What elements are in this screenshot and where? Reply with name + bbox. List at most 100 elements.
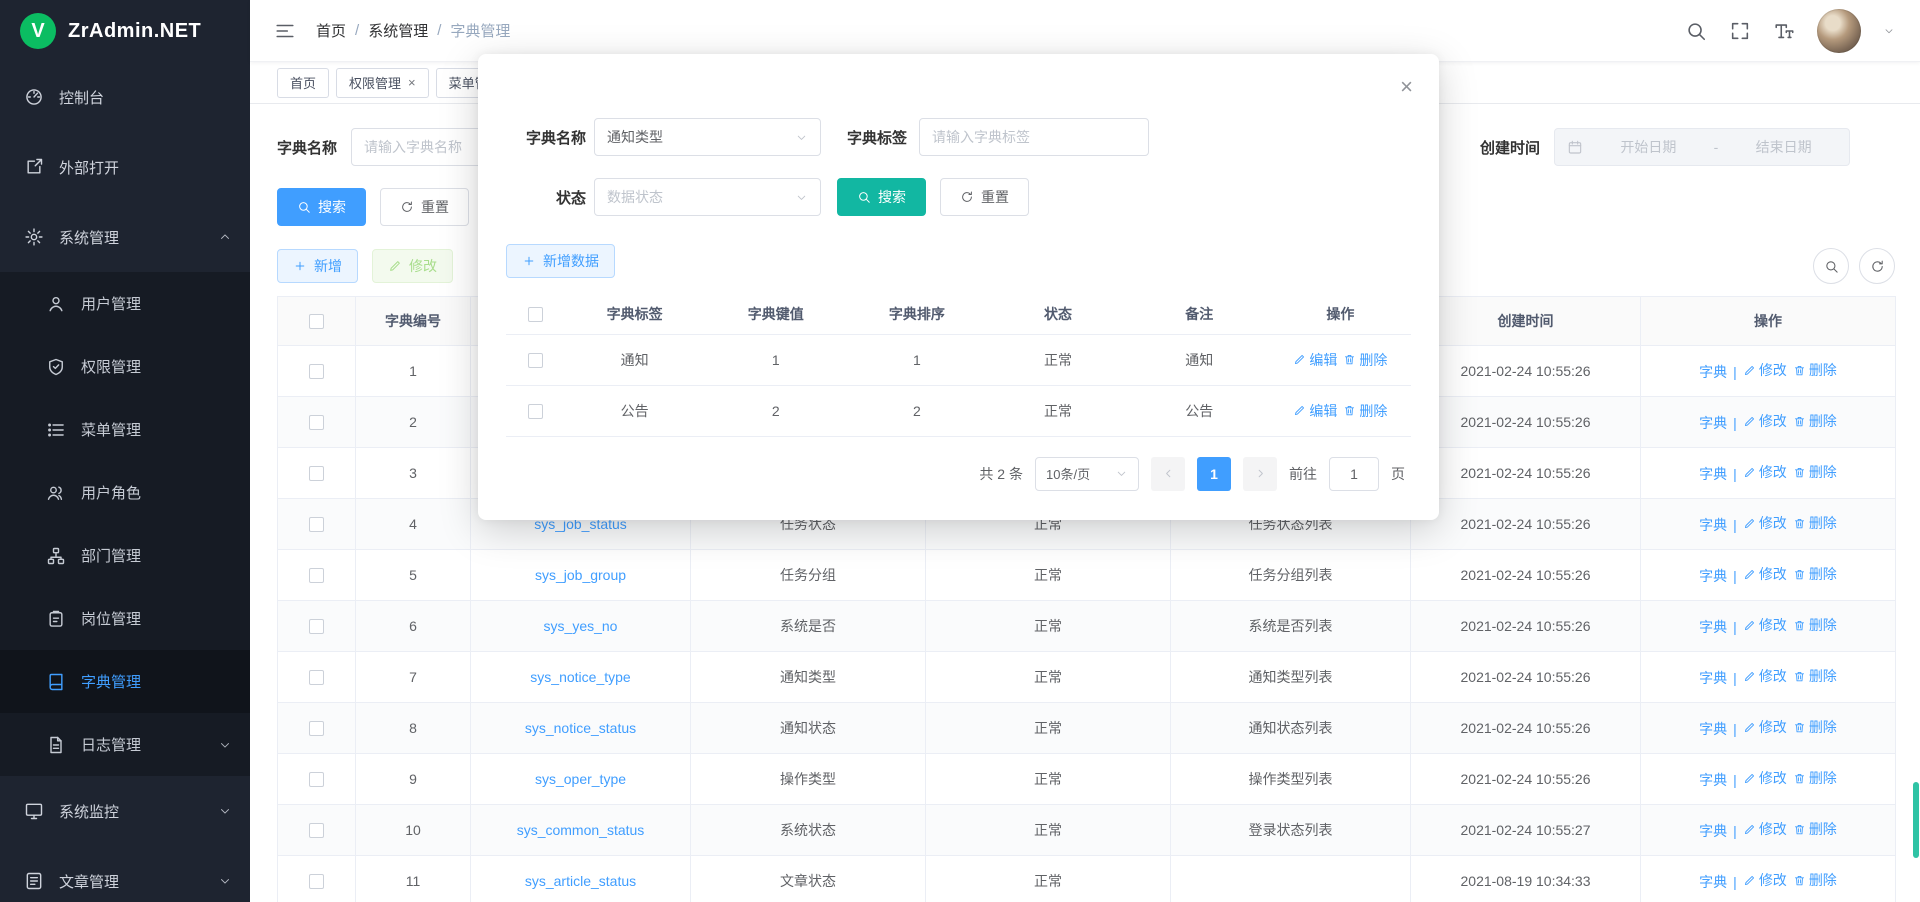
dict-link[interactable]: 字典 [1699,515,1727,535]
page-size-select[interactable]: 10条/页 [1035,457,1139,491]
goto-page-input[interactable] [1329,457,1379,491]
select-all-checkbox[interactable] [278,297,356,346]
delete-link[interactable]: 删除 [1793,870,1837,890]
dict-type-link[interactable]: sys_oper_type [535,771,626,787]
dict-type-link[interactable]: sys_common_status [517,822,645,838]
scrollbar-thumb[interactable] [1913,782,1919,858]
dict-label-input[interactable] [919,118,1149,156]
delete-link[interactable]: 删除 [1793,462,1837,482]
dialog-reset-button[interactable]: 重置 [940,178,1029,216]
edit-link[interactable]: 修改 [1743,564,1787,584]
row-checkbox[interactable] [309,823,324,838]
delete-link[interactable]: 删除 [1793,411,1837,431]
dict-type-link[interactable]: sys_yes_no [544,618,618,634]
reset-button[interactable]: 重置 [380,188,469,226]
sidebar-item-user-role[interactable]: 用户角色 [0,461,250,524]
menu-collapse-icon[interactable] [274,20,296,42]
breadcrumb-item[interactable]: 字典管理 [450,20,510,41]
chevron-down-icon[interactable] [1883,25,1895,37]
app-logo[interactable]: V ZrAdmin.NET [0,0,250,62]
delete-link[interactable]: 删除 [1793,513,1837,533]
dict-type-link[interactable]: sys_notice_status [525,720,636,736]
breadcrumb-item[interactable]: 系统管理 [368,20,428,41]
delete-link[interactable]: 删除 [1793,360,1837,380]
edit-link[interactable]: 修改 [1743,360,1787,380]
edit-link[interactable]: 修改 [1743,870,1787,890]
sidebar-item-user-management[interactable]: 用户管理 [0,272,250,335]
dict-link[interactable]: 字典 [1699,668,1727,688]
delete-link[interactable]: 删除 [1343,401,1387,421]
delete-link[interactable]: 删除 [1793,768,1837,788]
delete-link[interactable]: 删除 [1793,666,1837,686]
row-checkbox[interactable] [309,670,324,685]
fullscreen-icon[interactable] [1729,20,1751,42]
edit-link[interactable]: 编辑 [1293,401,1337,421]
row-checkbox[interactable] [309,466,324,481]
toggle-search-button[interactable] [1813,248,1849,284]
edit-link[interactable]: 修改 [1743,411,1787,431]
dict-type-link[interactable]: sys_notice_type [530,669,630,685]
row-checkbox[interactable] [309,772,324,787]
dict-link[interactable]: 字典 [1699,770,1727,790]
dict-link[interactable]: 字典 [1699,872,1727,892]
add-data-button[interactable]: 新增数据 [506,244,615,278]
row-checkbox[interactable] [309,415,324,430]
status-select[interactable]: 数据状态 [594,178,821,216]
search-icon[interactable] [1685,20,1707,42]
tab-权限管理[interactable]: 权限管理× [336,68,429,98]
sidebar-item-system-monitor[interactable]: 系统监控 [0,776,250,846]
close-icon[interactable]: × [408,76,416,89]
select-all-checkbox[interactable] [506,294,564,334]
sidebar-item-dashboard[interactable]: 控制台 [0,62,250,132]
sidebar-item-menu-management[interactable]: 菜单管理 [0,398,250,461]
refresh-button[interactable] [1859,248,1895,284]
dict-link[interactable]: 字典 [1699,362,1727,382]
dict-type-link[interactable]: sys_job_group [535,567,626,583]
delete-link[interactable]: 删除 [1343,350,1387,370]
dict-link[interactable]: 字典 [1699,464,1727,484]
sidebar-item-article-management[interactable]: 文章管理 [0,846,250,902]
page-number-button[interactable]: 1 [1197,457,1231,491]
dict-link[interactable]: 字典 [1699,821,1727,841]
dialog-close-icon[interactable]: × [1400,76,1413,98]
sidebar-item-system-management[interactable]: 系统管理 [0,202,250,272]
dict-link[interactable]: 字典 [1699,719,1727,739]
tab-首页[interactable]: 首页 [277,68,329,98]
row-checkbox[interactable] [528,404,543,419]
prev-page-button[interactable] [1151,457,1185,491]
scrollbar-track[interactable] [1912,0,1920,902]
row-checkbox[interactable] [309,568,324,583]
sidebar-item-permission-management[interactable]: 权限管理 [0,335,250,398]
dict-link[interactable]: 字典 [1699,413,1727,433]
next-page-button[interactable] [1243,457,1277,491]
edit-link[interactable]: 修改 [1743,615,1787,635]
row-checkbox[interactable] [309,721,324,736]
sidebar-item-log-management[interactable]: 日志管理 [0,713,250,776]
edit-link[interactable]: 修改 [1743,513,1787,533]
search-button[interactable]: 搜索 [277,188,366,226]
font-size-icon[interactable] [1773,20,1795,42]
sidebar-item-external-open[interactable]: 外部打开 [0,132,250,202]
dialog-search-button[interactable]: 搜索 [837,178,926,216]
sidebar-item-department-management[interactable]: 部门管理 [0,524,250,587]
create-time-range-picker[interactable]: 开始日期 - 结束日期 [1554,128,1850,166]
add-button[interactable]: 新增 [277,249,358,283]
row-checkbox[interactable] [309,364,324,379]
edit-link[interactable]: 修改 [1743,717,1787,737]
row-checkbox[interactable] [309,619,324,634]
row-checkbox[interactable] [528,353,543,368]
sidebar-item-post-management[interactable]: 岗位管理 [0,587,250,650]
dict-link[interactable]: 字典 [1699,617,1727,637]
avatar[interactable] [1817,9,1861,53]
breadcrumb-item[interactable]: 首页 [316,20,346,41]
edit-link[interactable]: 修改 [1743,768,1787,788]
delete-link[interactable]: 删除 [1793,717,1837,737]
delete-link[interactable]: 删除 [1793,819,1837,839]
edit-button[interactable]: 修改 [372,249,453,283]
edit-link[interactable]: 修改 [1743,819,1787,839]
dict-name-select[interactable]: 通知类型 [594,118,821,156]
sidebar-item-dictionary-management[interactable]: 字典管理 [0,650,250,713]
edit-link[interactable]: 编辑 [1293,350,1337,370]
row-checkbox[interactable] [309,874,324,889]
delete-link[interactable]: 删除 [1793,615,1837,635]
